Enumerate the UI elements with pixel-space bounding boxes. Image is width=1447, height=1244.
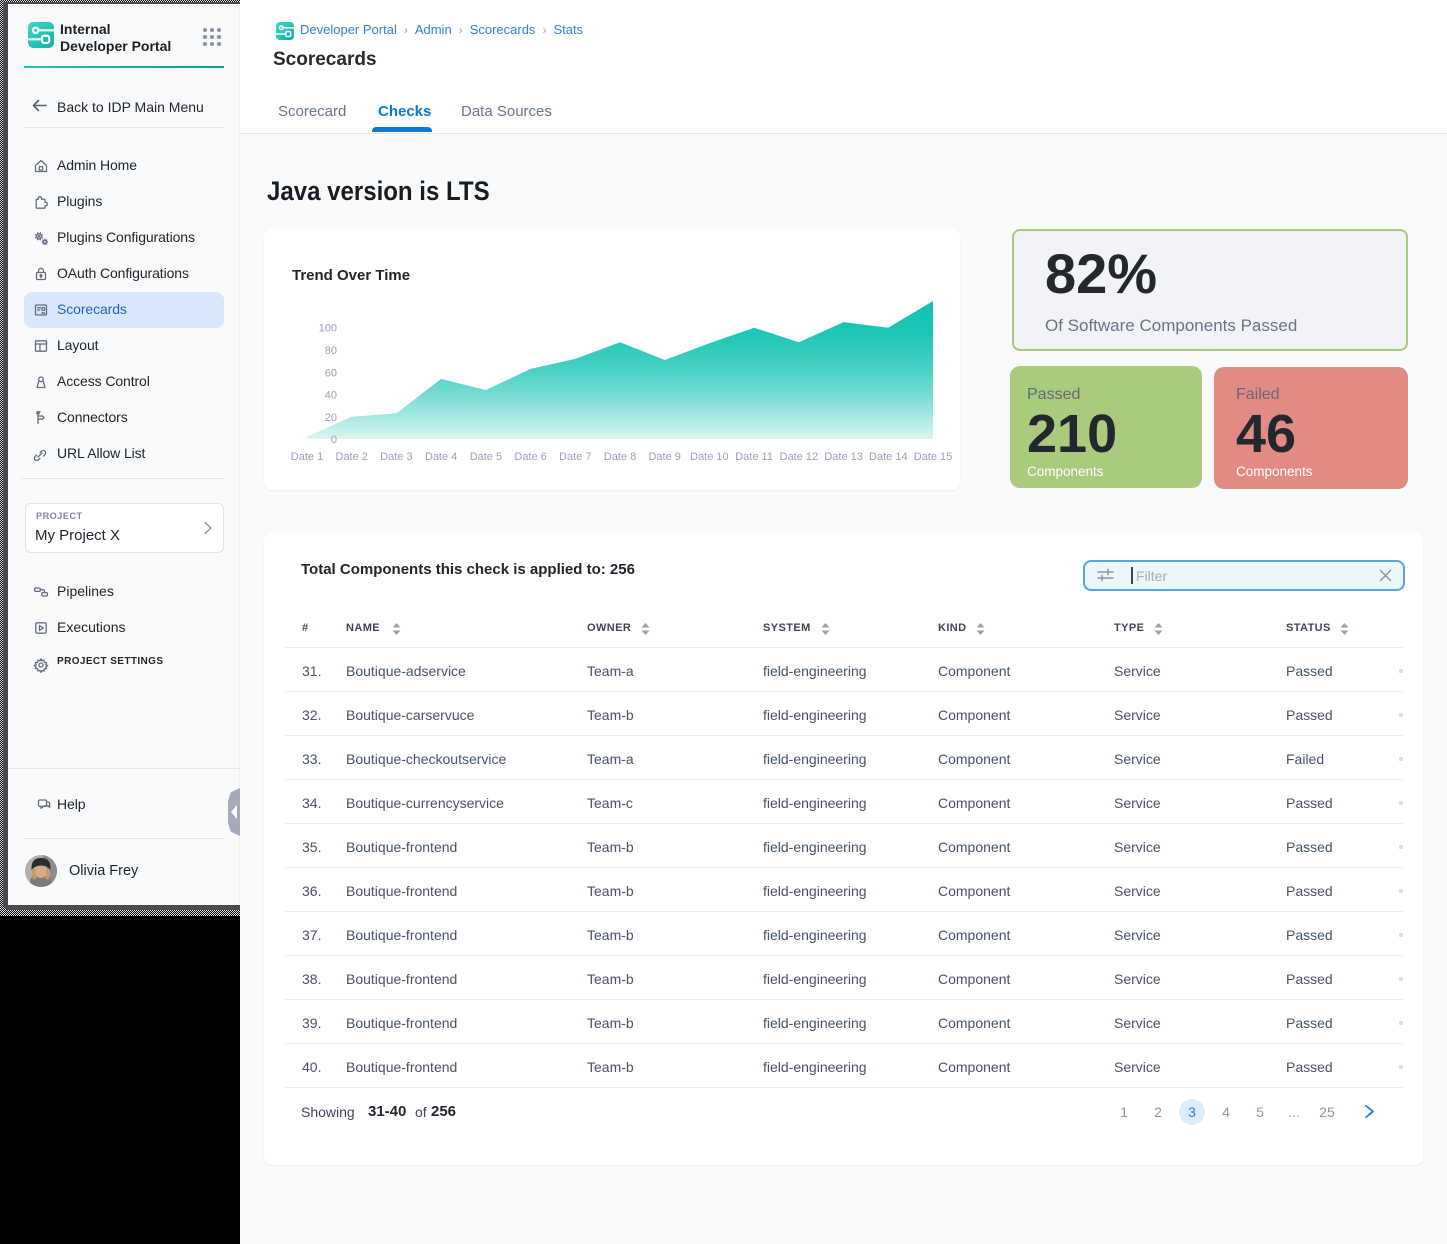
svg-text:Date 10: Date 10 bbox=[690, 451, 729, 463]
svg-text:80: 80 bbox=[325, 345, 337, 357]
svg-text:Date 12: Date 12 bbox=[780, 451, 819, 463]
svg-text:Date 15: Date 15 bbox=[914, 451, 953, 463]
svg-text:Date 8: Date 8 bbox=[604, 451, 636, 463]
svg-text:100: 100 bbox=[319, 323, 337, 335]
svg-text:Date 1: Date 1 bbox=[291, 451, 323, 463]
svg-text:Date 2: Date 2 bbox=[335, 451, 367, 463]
svg-text:Date 3: Date 3 bbox=[380, 451, 412, 463]
svg-text:Date 9: Date 9 bbox=[648, 451, 680, 463]
svg-text:Date 6: Date 6 bbox=[514, 451, 546, 463]
svg-text:0: 0 bbox=[331, 434, 337, 446]
svg-text:60: 60 bbox=[325, 367, 337, 379]
svg-text:Date 5: Date 5 bbox=[470, 451, 502, 463]
svg-text:Date 14: Date 14 bbox=[869, 451, 908, 463]
svg-text:20: 20 bbox=[325, 412, 337, 424]
svg-text:Date 13: Date 13 bbox=[824, 451, 863, 463]
svg-text:40: 40 bbox=[325, 390, 337, 402]
svg-text:Date 11: Date 11 bbox=[735, 451, 773, 463]
svg-text:Date 7: Date 7 bbox=[559, 451, 591, 463]
svg-text:Date 4: Date 4 bbox=[425, 451, 457, 463]
